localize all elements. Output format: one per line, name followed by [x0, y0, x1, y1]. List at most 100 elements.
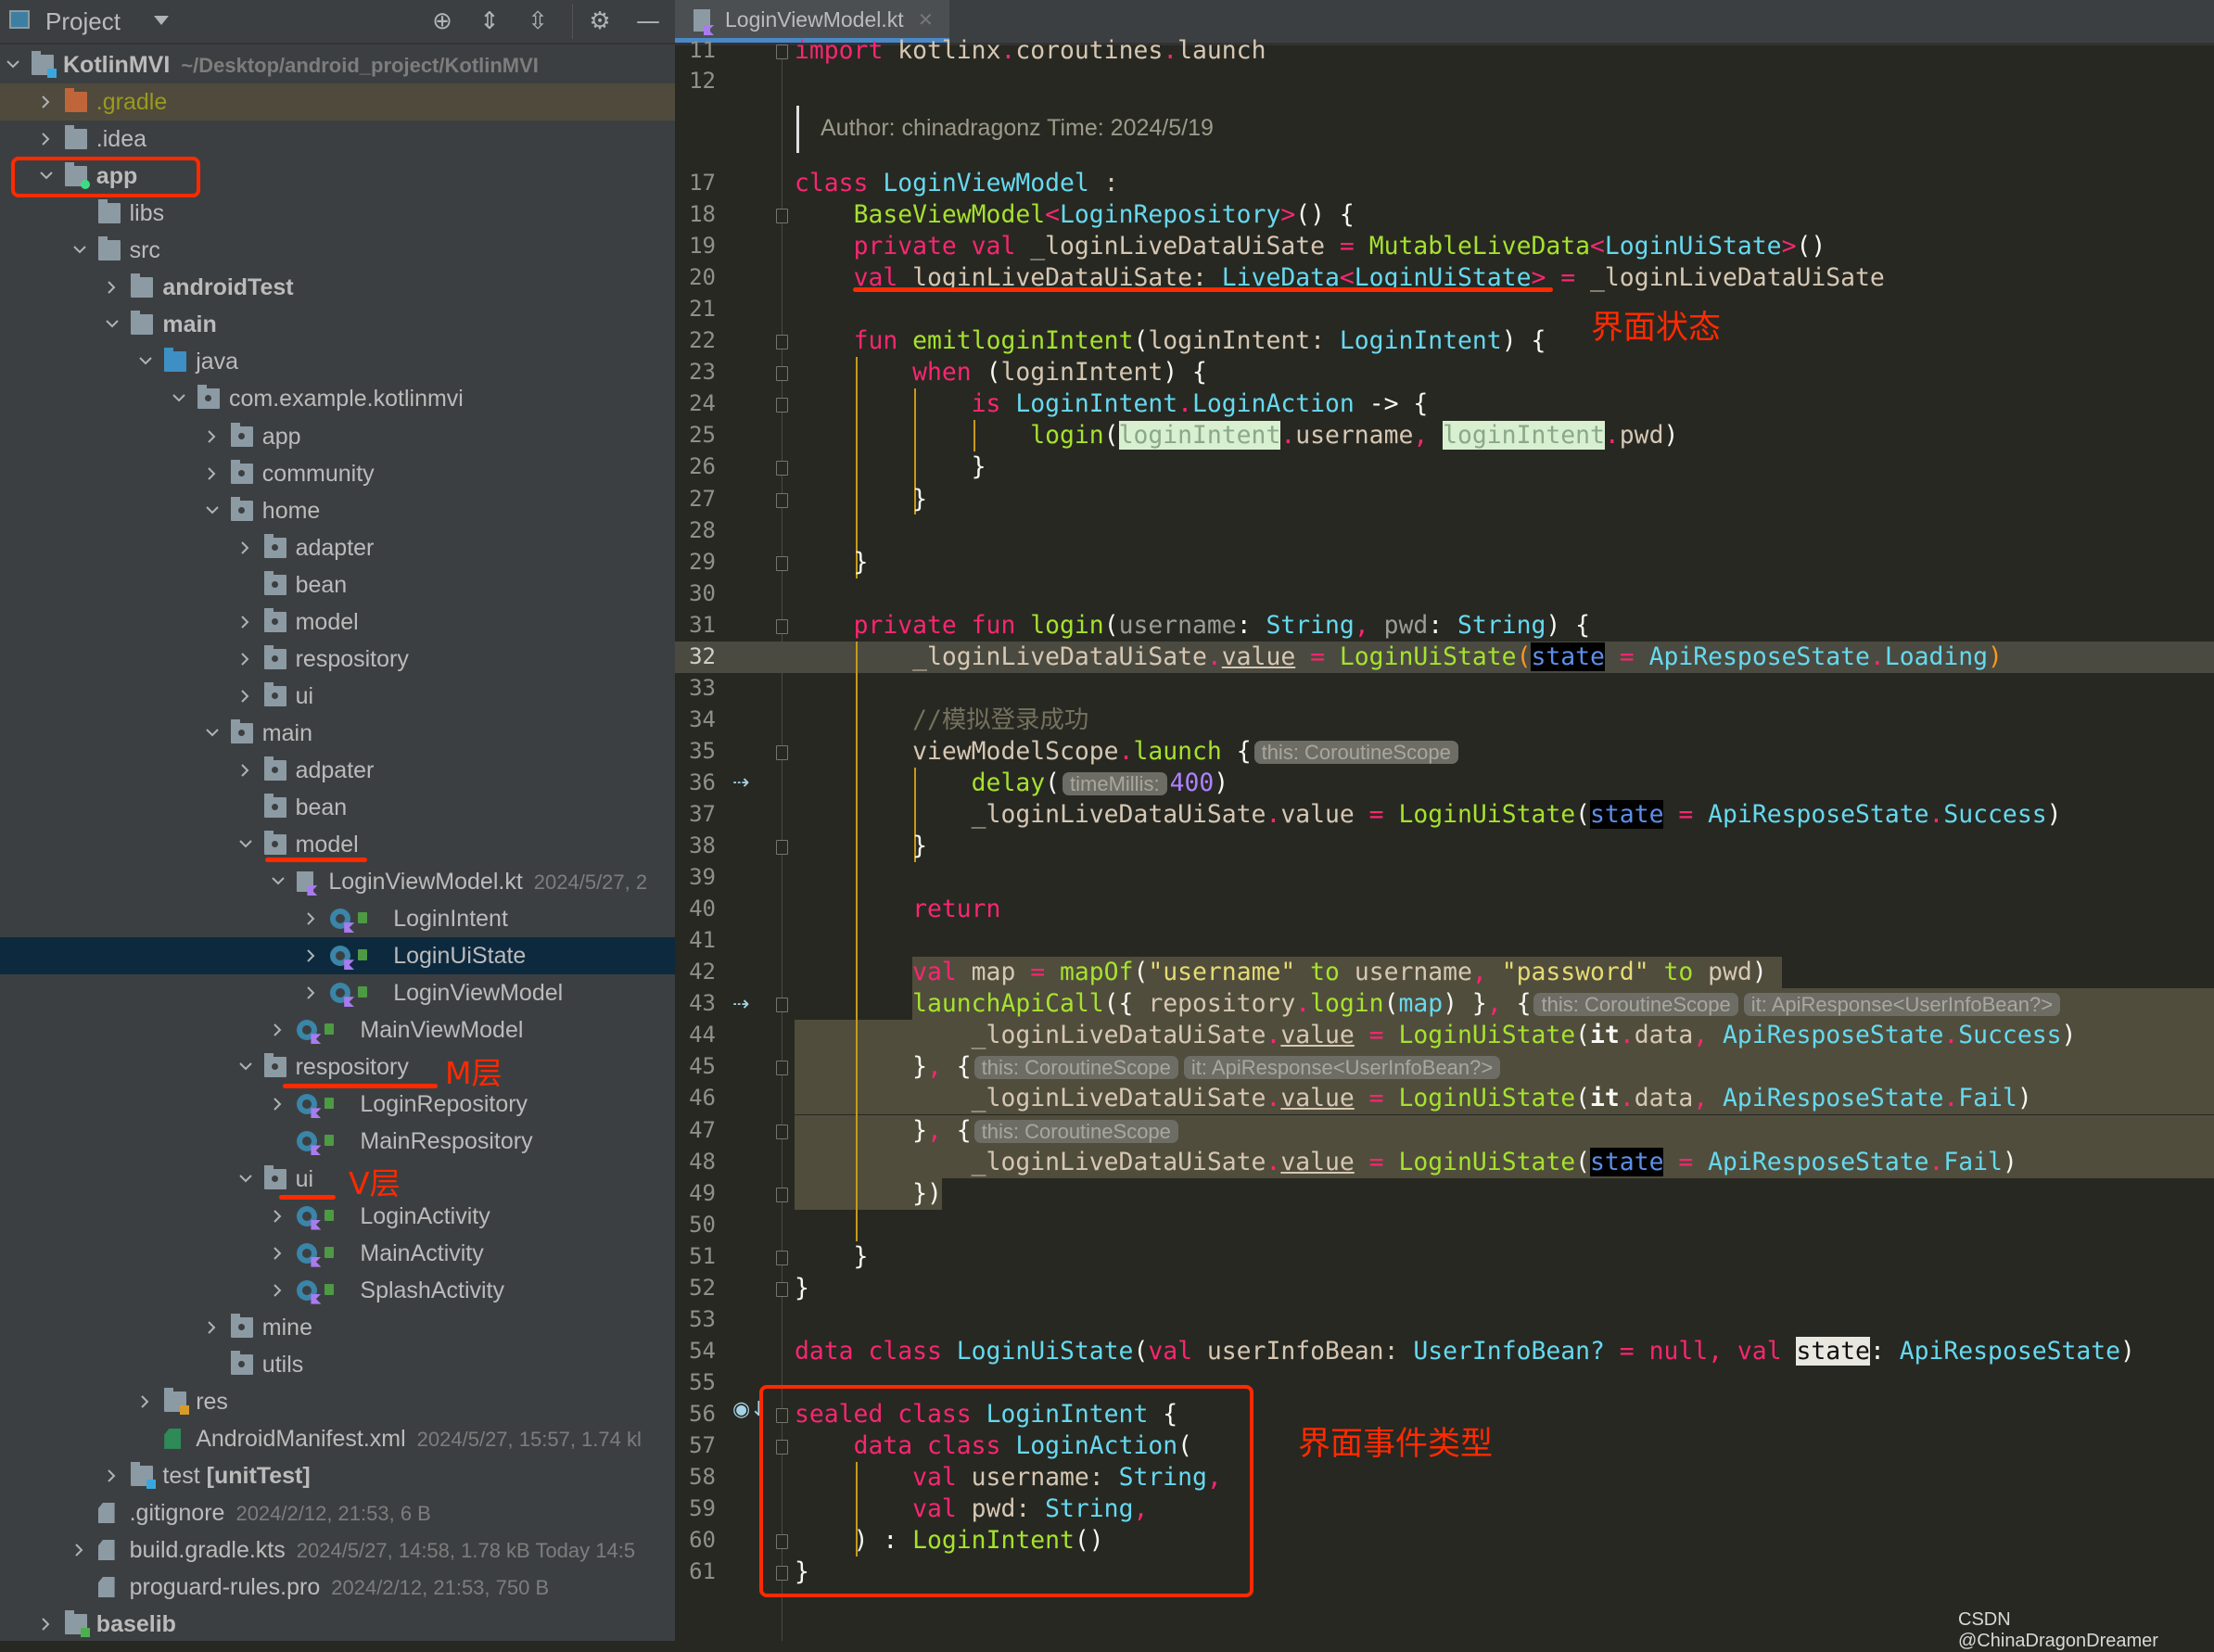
- tree-item[interactable]: .gradle: [0, 83, 675, 121]
- tree-item[interactable]: libs: [0, 195, 675, 232]
- tree-item[interactable]: res: [0, 1383, 675, 1420]
- fold-marker-icon[interactable]: [776, 1124, 788, 1139]
- chevron-right-icon[interactable]: [271, 1023, 284, 1037]
- code-line[interactable]: data class LoginUiState(val userInfoBean…: [795, 1336, 2135, 1367]
- project-view-selector[interactable]: Project: [45, 7, 121, 36]
- chevron-right-icon[interactable]: [271, 1097, 284, 1112]
- fold-marker-icon[interactable]: [776, 1187, 788, 1202]
- tree-item[interactable]: main: [0, 306, 675, 343]
- locate-icon[interactable]: ⊕: [429, 8, 455, 34]
- fold-marker-icon[interactable]: [776, 366, 788, 382]
- tree-item[interactable]: LoginActivity: [0, 1198, 675, 1235]
- chevron-right-icon[interactable]: [271, 1246, 284, 1260]
- tree-item[interactable]: com.example.kotlinmvi: [0, 380, 675, 417]
- chevron-right-icon[interactable]: [205, 429, 218, 443]
- tree-item[interactable]: LoginIntent: [0, 900, 675, 937]
- code-line[interactable]: login(loginIntent.username, loginIntent.…: [795, 420, 1678, 451]
- chevron-down-icon[interactable]: [238, 1172, 252, 1185]
- chevron-right-icon[interactable]: [271, 1209, 284, 1223]
- code-line[interactable]: }: [795, 484, 927, 515]
- tree-item[interactable]: bean: [0, 566, 675, 604]
- tree-item[interactable]: adpater: [0, 752, 675, 789]
- chevron-down-icon[interactable]: [72, 243, 86, 256]
- tree-item[interactable]: baselib: [0, 1606, 675, 1641]
- code-line[interactable]: launchApiCall({ repository.login(map) },…: [795, 988, 2063, 1020]
- code-line[interactable]: fun emitloginIntent(loginIntent: LoginIn…: [795, 325, 1546, 357]
- code-line[interactable]: _loginLiveDataUiSate.value = LoginUiStat…: [795, 1083, 2032, 1114]
- tree-item[interactable]: LoginRepository: [0, 1086, 675, 1123]
- tree-item[interactable]: AndroidManifest.xml 2024/5/27, 15:57, 1.7…: [0, 1420, 675, 1457]
- chevron-down-icon[interactable]: [238, 1060, 252, 1073]
- tree-item[interactable]: community: [0, 455, 675, 492]
- code-line[interactable]: BaseViewModel<LoginRepository>() {: [795, 199, 1355, 231]
- code-line[interactable]: }: [795, 1241, 869, 1273]
- code-line[interactable]: }: [795, 1273, 809, 1304]
- collapse-all-icon[interactable]: ⇳: [525, 8, 551, 34]
- chevron-down-icon[interactable]: [238, 837, 252, 850]
- chevron-right-icon[interactable]: [238, 763, 251, 777]
- tree-item[interactable]: java: [0, 343, 675, 380]
- tree-item[interactable]: respository: [0, 1048, 675, 1086]
- code-line[interactable]: }: [795, 451, 986, 483]
- tree-item[interactable]: .gitignore 2024/2/12, 21:53, 6 B: [0, 1494, 675, 1531]
- tree-item[interactable]: SplashActivity: [0, 1272, 675, 1309]
- code-line[interactable]: _loginLiveDataUiSate.value = LoginUiStat…: [795, 799, 2062, 831]
- code-line[interactable]: import kotlinx.coroutines.launch: [795, 35, 1266, 67]
- code-line[interactable]: //模拟登录成功: [795, 705, 1088, 736]
- fold-marker-icon[interactable]: [776, 618, 788, 634]
- fold-marker-icon[interactable]: [776, 998, 788, 1013]
- tree-item[interactable]: app: [0, 418, 675, 455]
- chevron-down-icon[interactable]: [205, 503, 219, 516]
- tree-item[interactable]: LoginViewModel: [0, 974, 675, 1011]
- fold-marker-icon[interactable]: [776, 335, 788, 350]
- tree-item[interactable]: androidTest: [0, 269, 675, 306]
- tree-item[interactable]: model: [0, 604, 675, 641]
- fold-marker-icon[interactable]: [776, 44, 788, 59]
- chevron-right-icon[interactable]: [238, 689, 251, 703]
- code-line[interactable]: is LoginIntent.LoginAction -> {: [795, 388, 1429, 420]
- tree-item[interactable]: mine: [0, 1309, 675, 1346]
- chevron-down-icon[interactable]: [105, 317, 120, 330]
- chevron-right-icon[interactable]: [304, 985, 317, 999]
- chevron-right-icon[interactable]: [304, 911, 317, 925]
- code-line[interactable]: return: [795, 894, 1000, 925]
- fold-marker-icon[interactable]: [776, 492, 788, 508]
- chevron-right-icon[interactable]: [205, 1320, 218, 1334]
- chevron-down-icon[interactable]: [154, 16, 169, 25]
- chevron-right-icon[interactable]: [238, 652, 251, 666]
- gear-icon[interactable]: ⚙: [587, 8, 613, 34]
- tree-item[interactable]: proguard-rules.pro 2024/2/12, 21:53, 750 …: [0, 1569, 675, 1606]
- code-line[interactable]: viewModelScope.launch {this: CoroutineSc…: [795, 736, 1461, 768]
- chevron-right-icon[interactable]: [105, 280, 118, 295]
- chevron-right-icon[interactable]: [72, 1543, 85, 1557]
- tree-item[interactable]: .idea: [0, 121, 675, 158]
- code-line[interactable]: }, {this: CoroutineScope: [795, 1115, 1181, 1147]
- fold-marker-icon[interactable]: [776, 209, 788, 224]
- code-line[interactable]: when (loginIntent) {: [795, 357, 1207, 388]
- tree-item[interactable]: home: [0, 492, 675, 529]
- chevron-down-icon[interactable]: [172, 391, 185, 404]
- tree-item[interactable]: test [unitTest]: [0, 1457, 675, 1494]
- tree-item[interactable]: LoginUiState: [0, 937, 675, 975]
- chevron-right-icon[interactable]: [39, 95, 52, 108]
- chevron-down-icon[interactable]: [271, 874, 286, 887]
- fold-marker-icon[interactable]: [776, 555, 788, 571]
- code-line[interactable]: private val _loginLiveDataUiSate = Mutab…: [795, 231, 1826, 262]
- code-line[interactable]: _loginLiveDataUiSate.value = LoginUiStat…: [795, 1020, 2077, 1051]
- tree-item[interactable]: MainRespository: [0, 1123, 675, 1160]
- fold-marker-icon[interactable]: [776, 840, 788, 856]
- expand-all-icon[interactable]: ⇕: [477, 8, 503, 34]
- tree-item[interactable]: ui: [0, 1161, 675, 1198]
- tree-item[interactable]: ui: [0, 678, 675, 715]
- tree-item[interactable]: src: [0, 232, 675, 269]
- tree-item[interactable]: utils: [0, 1346, 675, 1383]
- tree-item[interactable]: MainActivity: [0, 1235, 675, 1272]
- chevron-down-icon[interactable]: [138, 354, 152, 367]
- chevron-right-icon[interactable]: [105, 1468, 118, 1482]
- code-line[interactable]: }: [795, 831, 927, 862]
- code-line[interactable]: delay(timeMillis: 400): [795, 768, 1228, 799]
- tree-item[interactable]: bean: [0, 789, 675, 826]
- code-line[interactable]: _loginLiveDataUiSate.value = LoginUiStat…: [795, 1147, 2017, 1178]
- code-line[interactable]: private fun login(username: String, pwd:…: [795, 610, 1591, 642]
- fold-marker-icon[interactable]: [776, 461, 788, 477]
